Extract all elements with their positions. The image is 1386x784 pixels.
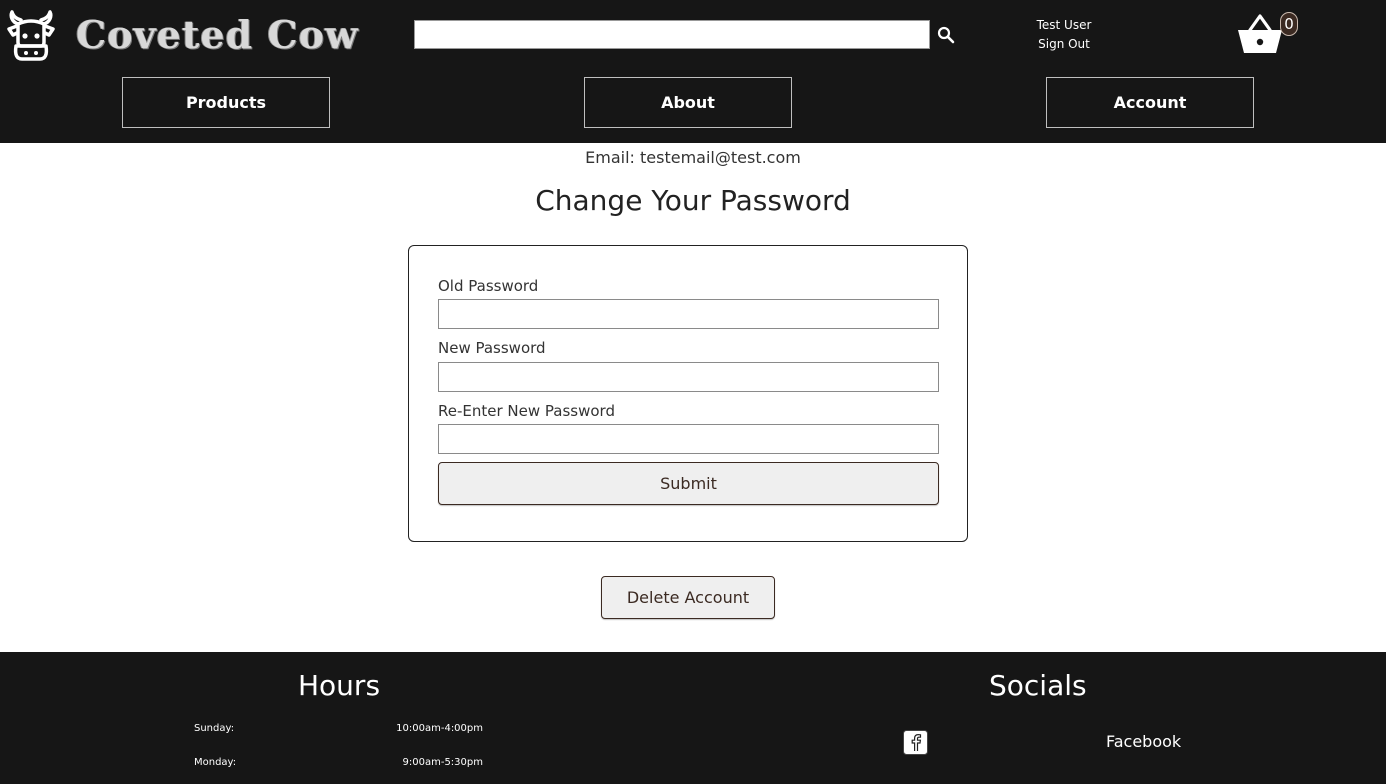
user-menu: Test User Sign Out [1022,16,1106,54]
account-email: Email: testemail@test.com [585,148,801,167]
hours-time: 10:00am-4:00pm [396,723,483,734]
nav-products-button[interactable]: Products [122,77,330,128]
cart-basket-icon[interactable] [1236,13,1284,55]
reenter-password-label: Re-Enter New Password [438,402,615,420]
hours-day: Monday: [194,757,237,768]
sign-out-link[interactable]: Sign Out [1022,35,1106,54]
main-nav: Products About Account [0,72,1386,143]
search-icon[interactable] [936,25,956,45]
submit-button[interactable]: Submit [438,462,939,505]
facebook-icon[interactable] [903,730,928,755]
change-password-title: Change Your Password [535,184,851,217]
site-header: Coveted Cow Test User Sign Out 0 [0,0,1386,73]
brand-name[interactable]: Coveted Cow [76,12,359,57]
nav-about-button[interactable]: About [584,77,792,128]
search-input[interactable] [414,20,930,49]
socials-heading: Socials [989,669,1087,702]
old-password-input[interactable] [438,299,939,329]
cart-count-badge: 0 [1280,12,1298,36]
delete-account-button[interactable]: Delete Account [601,576,775,619]
hours-time: 9:00am-5:30pm [402,757,483,768]
hours-heading: Hours [298,669,381,702]
reenter-password-input[interactable] [438,424,939,454]
nav-account-button[interactable]: Account [1046,77,1254,128]
new-password-label: New Password [438,339,546,357]
site-footer: Hours Sunday: 10:00am-4:00pm Monday: 9:0… [0,652,1386,784]
new-password-input[interactable] [438,362,939,392]
change-password-form: Old Password New Password Re-Enter New P… [408,245,968,542]
facebook-link[interactable]: Facebook [1106,732,1181,751]
old-password-label: Old Password [438,277,539,295]
user-name: Test User [1036,18,1092,32]
cow-head-icon[interactable] [4,10,58,62]
hours-day: Sunday: [194,723,235,734]
